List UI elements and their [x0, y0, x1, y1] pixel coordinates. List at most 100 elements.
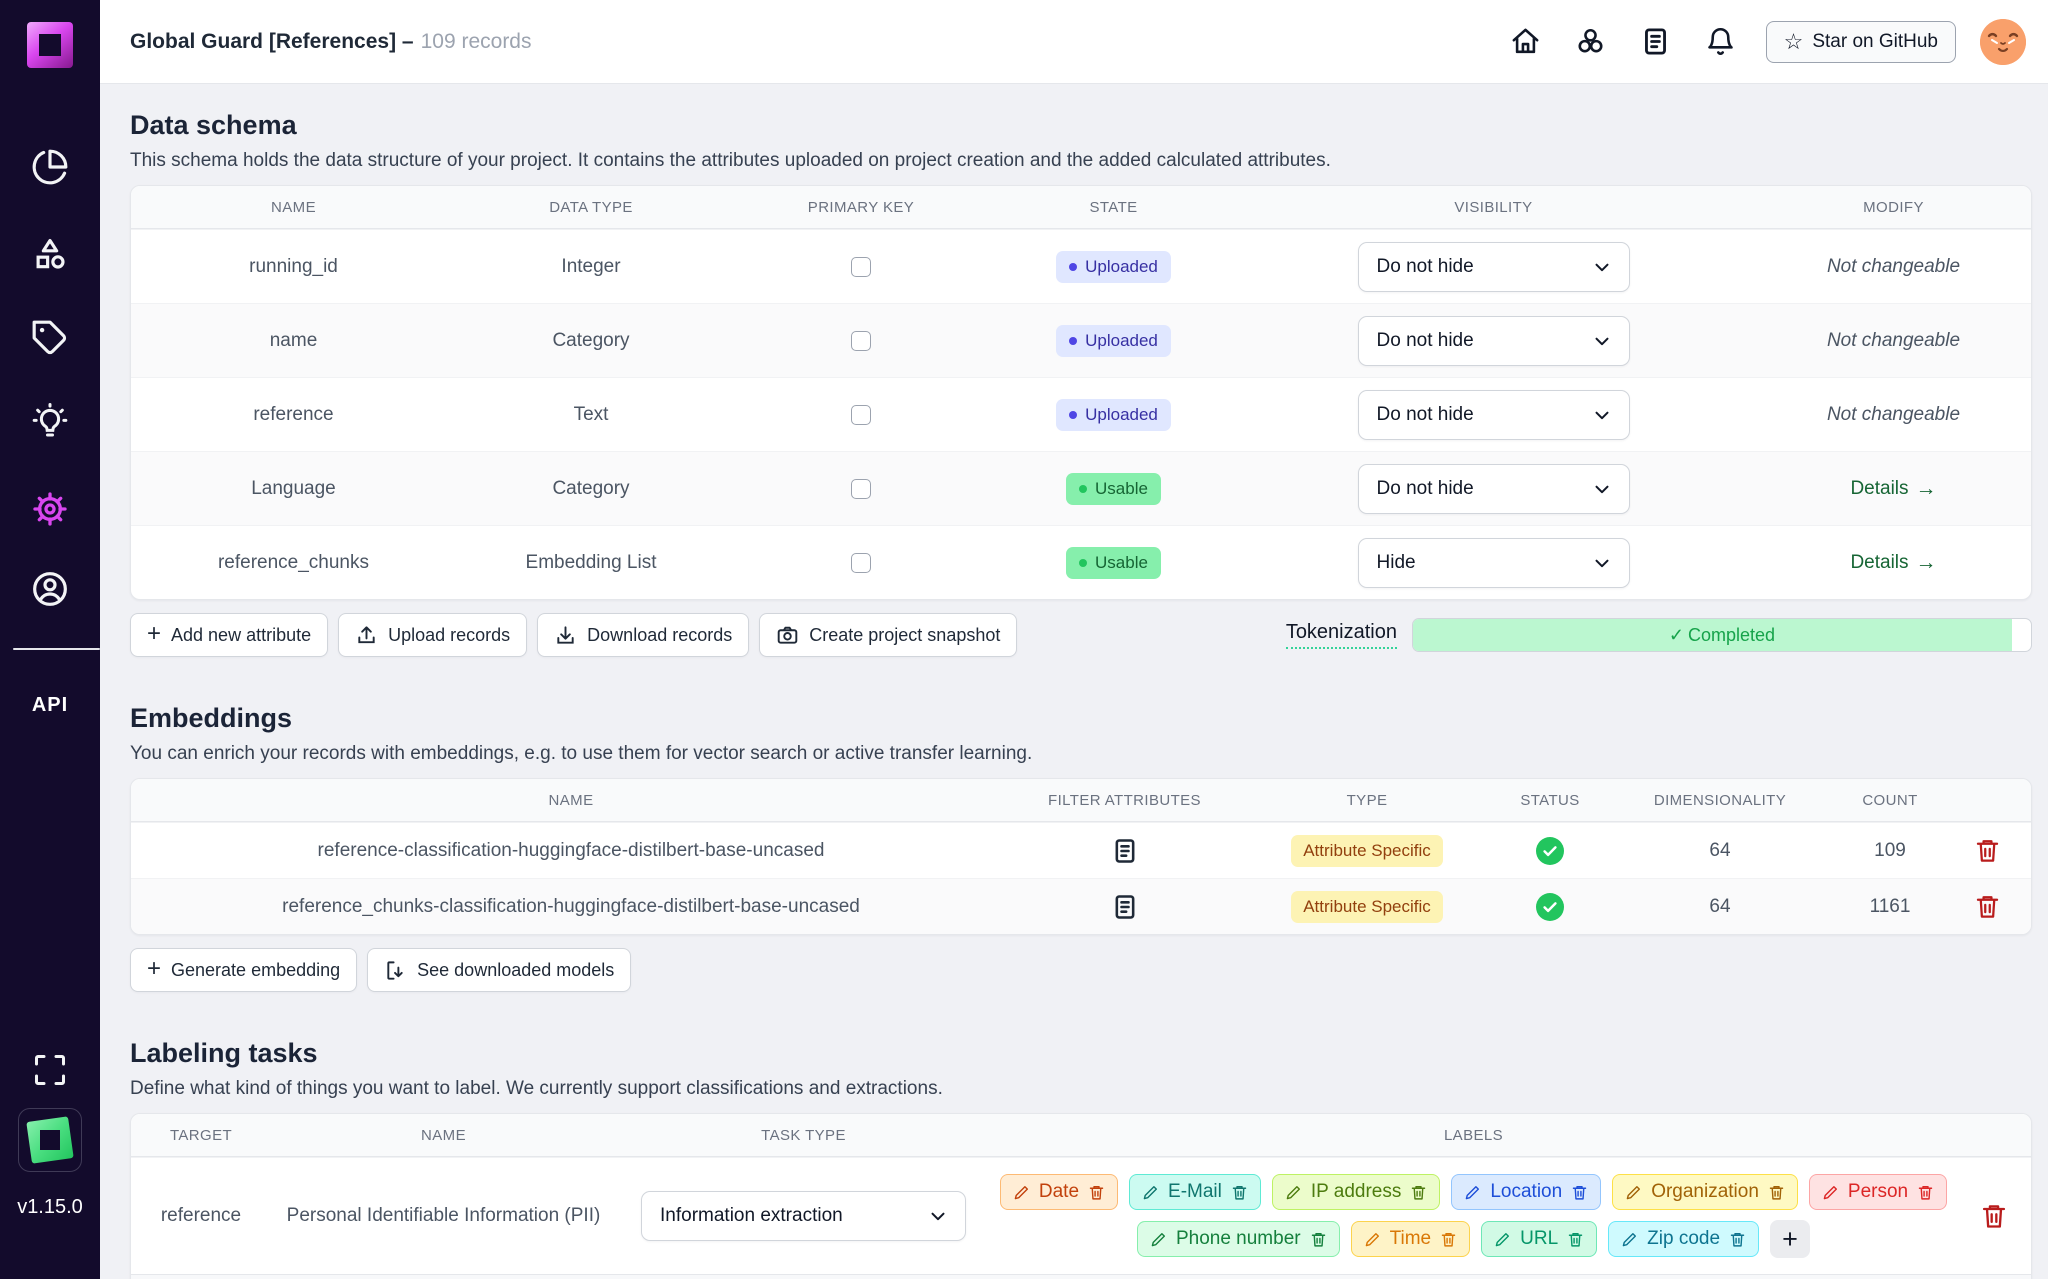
label-chip[interactable]: Time — [1351, 1221, 1471, 1257]
trash-icon[interactable] — [1571, 1184, 1588, 1201]
delete-task-button[interactable] — [1980, 1202, 2008, 1230]
embeddings-table: NAME FILTER ATTRIBUTES TYPE STATUS DIMEN… — [130, 778, 2032, 935]
star-on-github-button[interactable]: ☆ Star on GitHub — [1766, 21, 1956, 63]
sidebar-item-admin[interactable] — [0, 569, 100, 609]
data-schema-section: Data schema This schema holds the data s… — [130, 110, 2032, 657]
trash-icon[interactable] — [1917, 1184, 1934, 1201]
api-label: API — [32, 694, 68, 717]
trash-icon[interactable] — [1410, 1184, 1427, 1201]
state-badge: Uploaded — [1056, 399, 1171, 431]
label-chip[interactable]: Date — [1000, 1174, 1118, 1210]
label-text: Person — [1848, 1181, 1908, 1203]
pencil-icon — [1621, 1231, 1638, 1248]
trash-icon[interactable] — [1768, 1184, 1785, 1201]
status-success-icon — [1536, 837, 1564, 865]
state-badge: Usable — [1066, 547, 1161, 579]
task-type-dropdown[interactable]: Information extraction — [641, 1191, 966, 1241]
delete-embedding-button[interactable] — [1974, 893, 2001, 920]
trash-icon[interactable] — [1729, 1231, 1746, 1248]
create-project-snapshot-button[interactable]: Create project snapshot — [759, 613, 1017, 657]
label-chip[interactable]: Organization — [1612, 1174, 1798, 1210]
gear-icon — [30, 489, 70, 529]
sidebar-item-overview[interactable] — [0, 148, 100, 186]
label-text: Location — [1490, 1181, 1562, 1203]
filter-attributes-button[interactable] — [1111, 837, 1139, 865]
delete-embedding-button[interactable] — [1974, 837, 2001, 864]
trash-icon[interactable] — [1567, 1231, 1584, 1248]
label-chip[interactable]: URL — [1481, 1221, 1597, 1257]
primary-key-checkbox[interactable] — [851, 405, 871, 425]
col-count: COUNT — [1836, 779, 1944, 821]
primary-key-checkbox[interactable] — [851, 479, 871, 499]
label-text: Time — [1390, 1228, 1432, 1250]
state-dot — [1079, 559, 1087, 567]
label-chip[interactable]: Zip code — [1608, 1221, 1759, 1257]
filter-attributes-button[interactable] — [1111, 893, 1139, 921]
label-chip[interactable]: E-Mail — [1129, 1174, 1261, 1210]
sidebar-item-heuristics[interactable] — [0, 402, 100, 442]
generate-embedding-button[interactable]: +Generate embedding — [130, 948, 357, 992]
attribute-type: Category — [552, 330, 629, 352]
app-logo[interactable] — [0, 22, 100, 68]
primary-key-checkbox[interactable] — [851, 257, 871, 277]
primary-key-checkbox[interactable] — [851, 331, 871, 351]
trash-icon[interactable] — [1310, 1231, 1327, 1248]
state-badge: Usable — [1066, 473, 1161, 505]
plus-icon: + — [147, 622, 161, 646]
visibility-dropdown[interactable]: Do not hide — [1358, 464, 1630, 514]
chevron-down-icon — [1591, 478, 1613, 500]
col-primary-key: PRIMARY KEY — [726, 186, 996, 228]
trash-icon[interactable] — [1088, 1184, 1105, 1201]
add-label-button[interactable]: + — [1770, 1220, 1810, 1258]
col-target: TARGET — [131, 1114, 271, 1156]
details-link[interactable]: Details→ — [1850, 551, 1936, 575]
trash-icon[interactable] — [1231, 1184, 1248, 1201]
download-records-button[interactable]: Download records — [537, 613, 749, 657]
camera-icon — [776, 624, 799, 647]
attribute-name: Language — [251, 478, 336, 500]
primary-key-checkbox[interactable] — [851, 553, 871, 573]
labeling-header-row: TARGET NAME TASK TYPE LABELS — [131, 1114, 2031, 1157]
sidebar-item-labeling[interactable] — [0, 319, 100, 357]
visibility-dropdown[interactable]: Do not hide — [1358, 316, 1630, 366]
modify-label: Not changeable — [1827, 330, 1960, 352]
sidebar-item-data-browser[interactable] — [0, 235, 100, 273]
embeddings-section: Embeddings You can enrich your records w… — [130, 703, 2032, 992]
home-icon — [1510, 26, 1541, 57]
col-name: NAME — [271, 1114, 616, 1156]
brand-logo-button[interactable] — [0, 1108, 100, 1172]
chevron-down-icon — [927, 1205, 949, 1227]
upload-records-button[interactable]: Upload records — [338, 613, 527, 657]
app-logo-icon — [27, 22, 73, 68]
brand-logo-icon — [26, 1116, 73, 1163]
task-type-value: Information extraction — [660, 1205, 843, 1227]
notifications-button[interactable] — [1705, 26, 1736, 57]
avatar-face-icon — [1980, 19, 2026, 65]
trash-icon[interactable] — [1440, 1231, 1457, 1248]
visibility-dropdown[interactable]: Do not hide — [1358, 390, 1630, 440]
trash-icon — [1980, 1202, 2008, 1230]
label-chip[interactable]: Person — [1809, 1174, 1947, 1210]
projects-button[interactable] — [1575, 26, 1606, 57]
maximize-screen-button[interactable] — [0, 1052, 100, 1088]
dimensionality-value: 64 — [1709, 896, 1730, 918]
label-chip[interactable]: Phone number — [1137, 1221, 1340, 1257]
see-downloaded-models-button[interactable]: See downloaded models — [367, 948, 631, 992]
attribute-type: Integer — [561, 256, 620, 278]
home-button[interactable] — [1510, 26, 1541, 57]
add-new-attribute-button[interactable]: +Add new attribute — [130, 613, 328, 657]
label-chip[interactable]: IP address — [1272, 1174, 1440, 1210]
label-chip[interactable]: Location — [1451, 1174, 1601, 1210]
details-link[interactable]: Details→ — [1850, 477, 1936, 501]
sidebar-item-api[interactable]: API — [0, 694, 100, 717]
tag-icon — [31, 319, 69, 357]
embeddings-heading: Embeddings — [130, 703, 2032, 734]
visibility-dropdown[interactable]: Hide — [1358, 538, 1630, 588]
docs-button[interactable] — [1640, 26, 1671, 57]
col-dimensionality: DIMENSIONALITY — [1604, 779, 1836, 821]
user-avatar[interactable] — [1980, 19, 2026, 65]
state-dot — [1069, 411, 1077, 419]
visibility-dropdown[interactable]: Do not hide — [1358, 242, 1630, 292]
tokenization-label[interactable]: Tokenization — [1286, 621, 1397, 649]
sidebar-item-settings[interactable] — [0, 489, 100, 529]
